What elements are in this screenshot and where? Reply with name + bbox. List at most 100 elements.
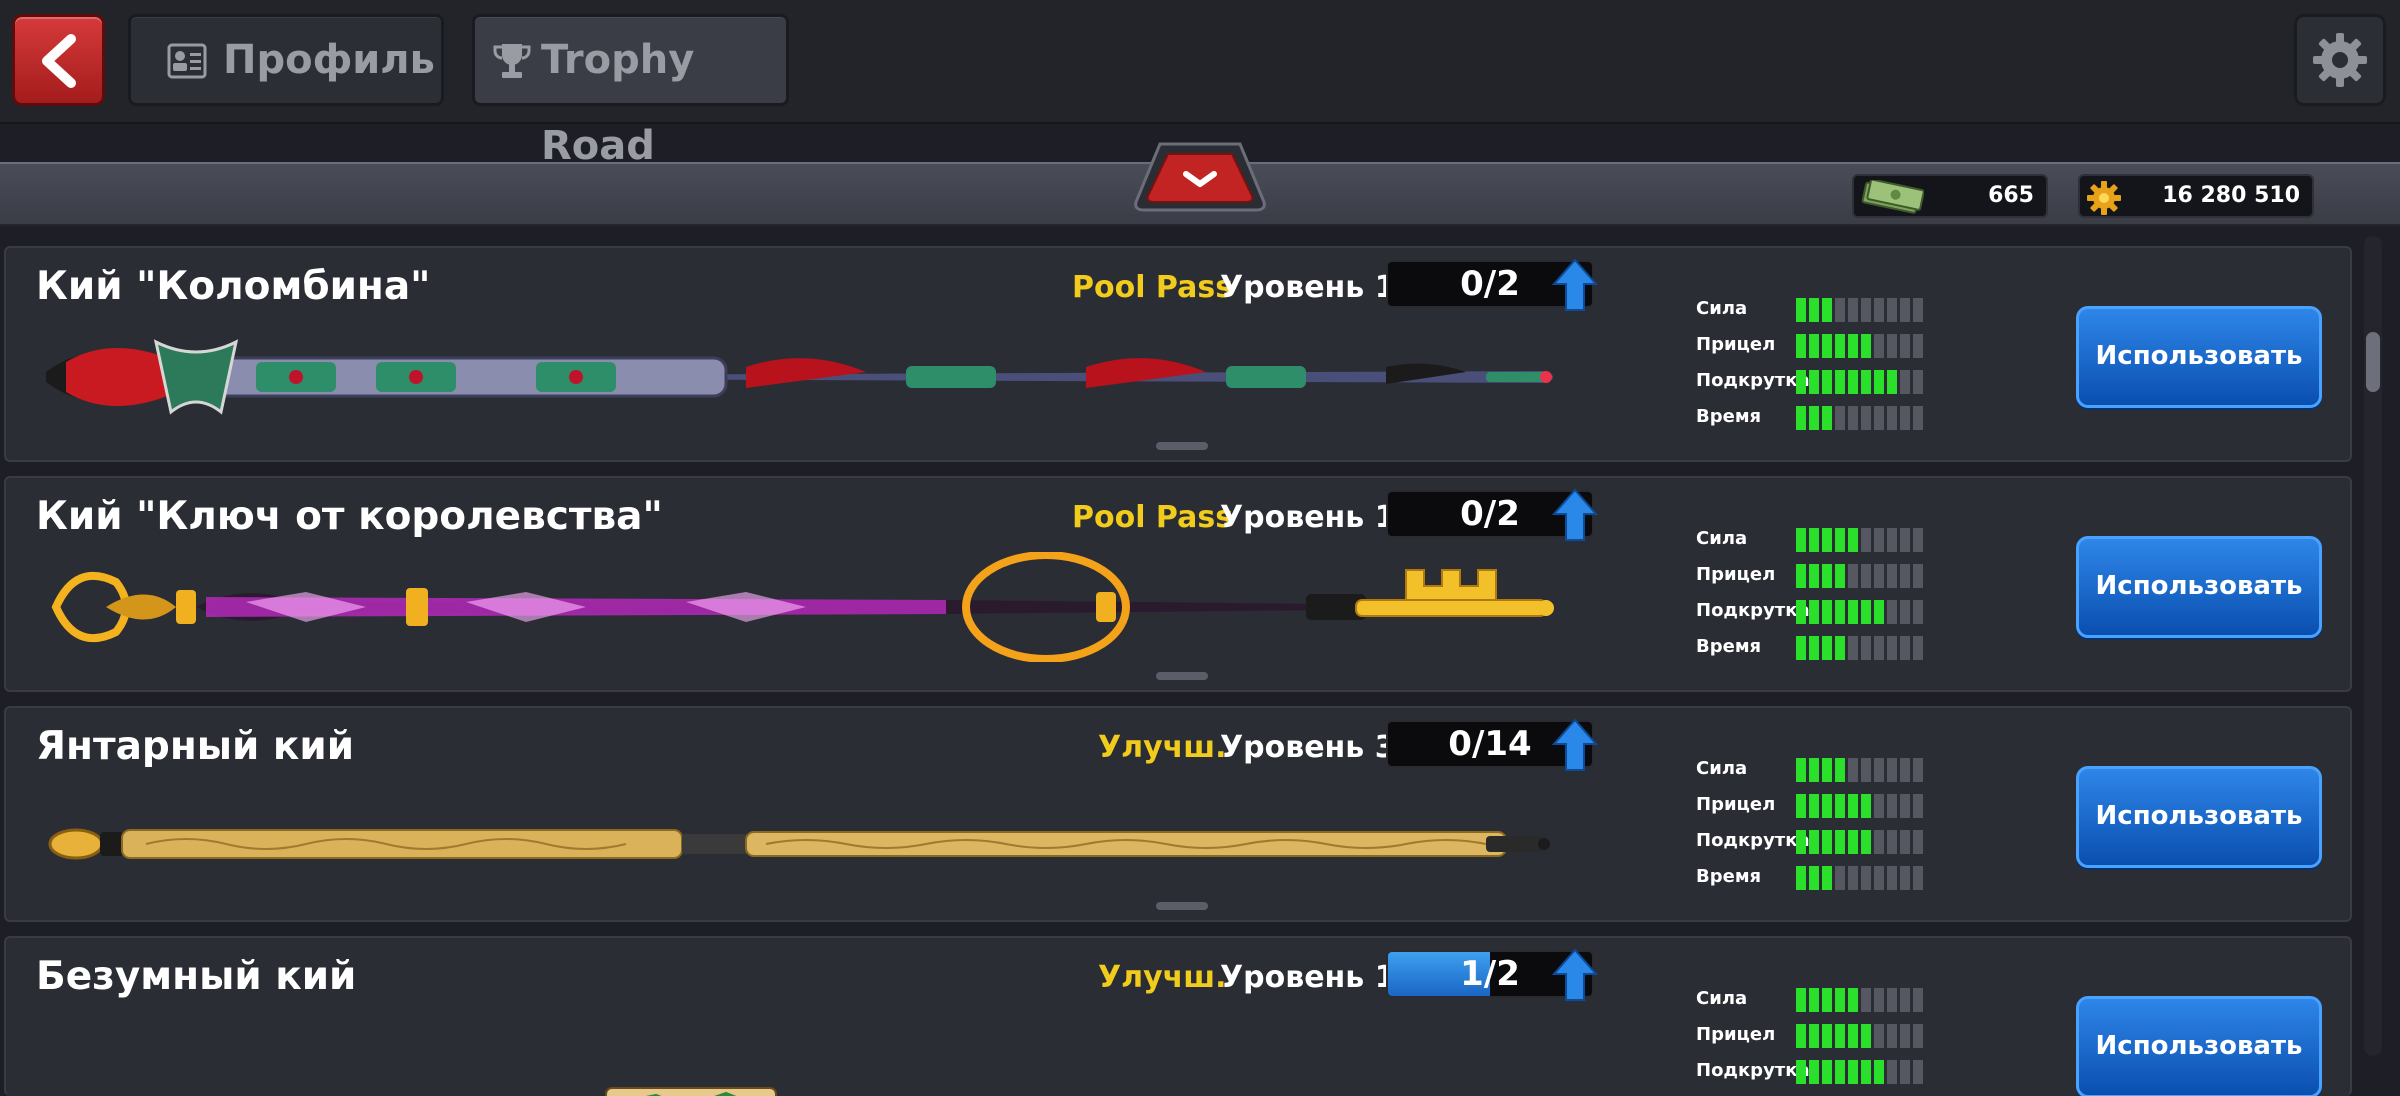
stat-segment-filled <box>1809 334 1819 358</box>
stat-segment-filled <box>1796 1024 1806 1048</box>
stat-label: Прицел <box>1696 1024 1776 1045</box>
stat-label: Время <box>1696 636 1762 657</box>
cue-name: Кий "Коломбина" <box>36 264 431 309</box>
stat-segment-empty <box>1900 370 1910 394</box>
settings-button[interactable] <box>2294 14 2386 106</box>
stat-bar-power <box>1796 298 1923 322</box>
cash-counter[interactable]: 665 <box>1852 174 2048 218</box>
upgrade-arrow-icon <box>1552 718 1598 771</box>
drag-handle[interactable] <box>1156 902 1208 910</box>
cue-image-amber <box>48 828 1550 860</box>
tab-profile[interactable]: Профиль <box>128 14 444 106</box>
drag-handle[interactable] <box>1156 442 1208 450</box>
upgrade-arrow-icon <box>1552 258 1598 311</box>
coins-counter[interactable]: 16 280 510 <box>2078 174 2314 218</box>
stat-row-aim: Прицел <box>1696 558 1936 594</box>
use-button[interactable]: Использовать <box>2076 306 2322 408</box>
stat-row-spin: Подкрутка <box>1696 364 1936 400</box>
stat-segment-filled <box>1796 794 1806 818</box>
scrollbar-thumb[interactable] <box>2366 332 2380 392</box>
stat-label: Подкрутка <box>1696 830 1810 851</box>
stat-segment-filled <box>1796 830 1806 854</box>
stat-bar-aim <box>1796 1024 1923 1048</box>
stat-bar-spin <box>1796 830 1923 854</box>
stat-segment-filled <box>1796 298 1806 322</box>
stat-segment-filled <box>1848 334 1858 358</box>
stat-segment-empty <box>1913 334 1923 358</box>
stat-segment-empty <box>1913 1024 1923 1048</box>
stat-segment-filled <box>1874 1060 1884 1084</box>
stat-segment-filled <box>1796 564 1806 588</box>
stat-segment-empty <box>1848 636 1858 660</box>
stat-segment-filled <box>1861 370 1871 394</box>
upgrade-arrow-icon <box>1552 488 1598 541</box>
stat-segment-empty <box>1900 866 1910 890</box>
stat-label: Прицел <box>1696 794 1776 815</box>
stat-segment-filled <box>1861 334 1871 358</box>
stat-segment-filled <box>1809 636 1819 660</box>
coins-value: 16 280 510 <box>2162 183 2300 208</box>
stat-bar-spin <box>1796 1060 1923 1084</box>
drag-handle[interactable] <box>1156 672 1208 680</box>
stat-label: Время <box>1696 406 1762 427</box>
stat-segment-filled <box>1835 758 1845 782</box>
back-button[interactable] <box>12 14 105 106</box>
stat-segment-empty <box>1861 988 1871 1012</box>
stat-segment-empty <box>1900 1060 1910 1084</box>
stat-segment-filled <box>1796 1060 1806 1084</box>
stat-row-spin: Подкрутка <box>1696 594 1936 630</box>
stat-segment-empty <box>1874 1024 1884 1048</box>
collapse-panel-button[interactable] <box>1134 140 1266 214</box>
stat-segment-filled <box>1848 528 1858 552</box>
cue-tag: Pool Pass <box>1072 500 1234 535</box>
stat-segment-filled <box>1809 370 1819 394</box>
stat-segment-filled <box>1835 528 1845 552</box>
stat-segment-filled <box>1809 758 1819 782</box>
stat-row-spin: Подкрутка <box>1696 824 1936 860</box>
use-button[interactable]: Использовать <box>2076 996 2322 1096</box>
stat-segment-filled <box>1848 600 1858 624</box>
stat-segment-filled <box>1861 794 1871 818</box>
stat-segment-filled <box>1822 298 1832 322</box>
stat-label: Подкрутка <box>1696 600 1810 621</box>
stat-segment-empty <box>1913 370 1923 394</box>
stat-row-aim: Прицел <box>1696 328 1936 364</box>
stat-segment-empty <box>1861 758 1871 782</box>
stat-segment-empty <box>1887 794 1897 818</box>
stat-segment-empty <box>1874 830 1884 854</box>
stat-segment-filled <box>1809 600 1819 624</box>
cue-card: Кий "Коломбина" Pool Pass Уровень 1 0/2 <box>4 246 2352 462</box>
stat-segment-filled <box>1796 600 1806 624</box>
stat-segment-filled <box>1796 866 1806 890</box>
stat-segment-filled <box>1835 988 1845 1012</box>
stat-segment-empty <box>1861 636 1871 660</box>
stat-segment-empty <box>1900 334 1910 358</box>
stat-bar-aim <box>1796 564 1923 588</box>
stat-segment-empty <box>1913 830 1923 854</box>
stat-segment-empty <box>1900 1024 1910 1048</box>
stat-row-power: Сила <box>1696 982 1936 1018</box>
stat-segment-filled <box>1861 1024 1871 1048</box>
cue-level: Уровень 1 <box>1220 500 1396 535</box>
profile-card-icon <box>167 43 207 79</box>
stat-segment-filled <box>1809 564 1819 588</box>
stat-segment-filled <box>1861 600 1871 624</box>
stat-bar-time <box>1796 866 1923 890</box>
use-button[interactable]: Использовать <box>2076 766 2322 868</box>
use-button[interactable]: Использовать <box>2076 536 2322 638</box>
cue-level: Уровень 1 <box>1220 270 1396 305</box>
stat-segment-filled <box>1835 334 1845 358</box>
stat-segment-filled <box>1809 988 1819 1012</box>
stat-segment-empty <box>1900 406 1910 430</box>
stat-segment-empty <box>1835 866 1845 890</box>
stat-segment-filled <box>1822 636 1832 660</box>
stat-segment-empty <box>1913 866 1923 890</box>
tab-trophy-road[interactable]: Trophy Road <box>472 14 789 169</box>
stat-segment-empty <box>1874 866 1884 890</box>
stat-segment-empty <box>1835 406 1845 430</box>
stat-row-power: Сила <box>1696 522 1936 558</box>
upgrade-arrow-icon <box>1552 948 1598 1001</box>
stat-segment-filled <box>1835 370 1845 394</box>
stat-segment-filled <box>1809 1024 1819 1048</box>
stat-segment-empty <box>1874 988 1884 1012</box>
